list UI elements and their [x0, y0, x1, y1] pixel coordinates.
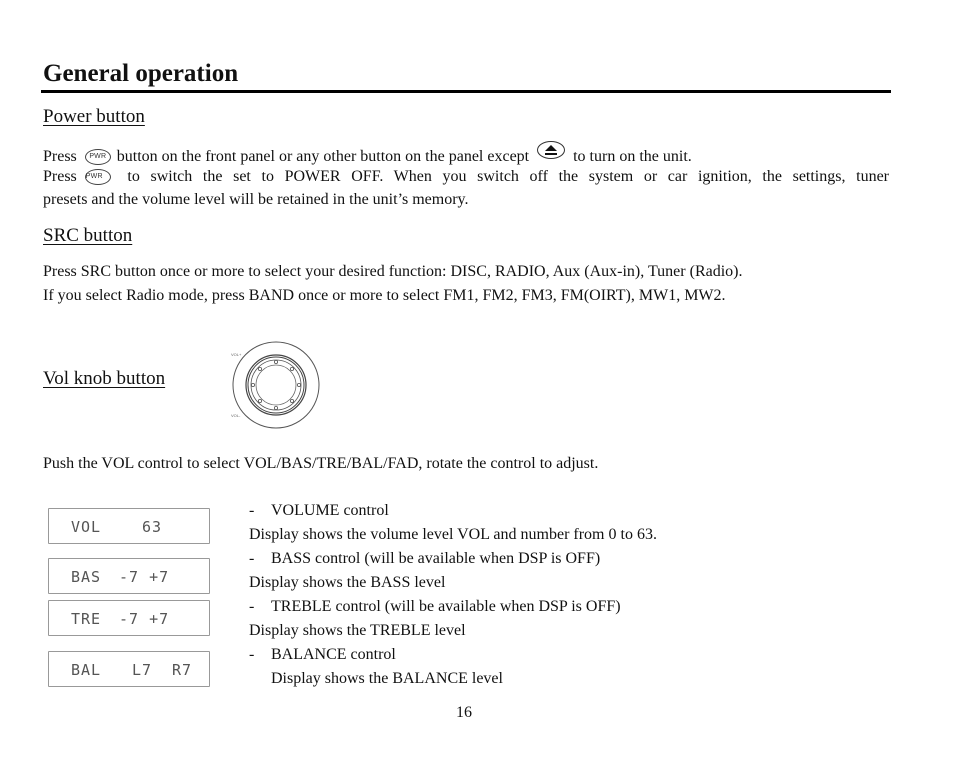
power-button-heading: Power button [43, 106, 145, 127]
power-line-3: presets and the volume level will be ret… [43, 191, 469, 208]
text-power-off: to switch the set to POWER OFF. When you… [127, 167, 889, 185]
desc-bass-control: - BASS control (will be available when DS… [249, 547, 657, 571]
dash-bullet: - [249, 598, 255, 615]
vol-knob-diagram: VOL+ VOL- [228, 340, 322, 430]
src-button-paragraph: Press SRC button once or more to select … [43, 260, 742, 307]
lcd-value-left: L7 [132, 661, 153, 679]
desc-text: BALANCE control [271, 646, 396, 663]
desc-volume-display: Display shows the volume level VOL and n… [249, 526, 657, 543]
lcd-label: VOL [71, 518, 102, 536]
desc-treble-display: Display shows the TREBLE level [249, 622, 466, 639]
src-line-1: Press SRC button once or more to select … [43, 263, 743, 280]
lcd-value: -7 +7 [119, 568, 170, 586]
desc-balance-display: Display shows the BALANCE level [271, 670, 503, 687]
vol-intro-paragraph: Push the VOL control to select VOL/BAS/T… [43, 452, 598, 476]
lcd-label: TRE [71, 610, 102, 628]
power-line-2: Press PWR to switch the set to POWER OFF.… [43, 165, 889, 189]
lcd-value: -7 +7 [119, 610, 170, 628]
power-button-paragraph: Press PWR button on the front panel or any… [43, 141, 889, 212]
lcd-display-vol: VOL 63 [48, 508, 210, 544]
desc-volume-control: - VOLUME control [249, 499, 657, 523]
lcd-label: BAS [71, 568, 102, 586]
desc-text: VOLUME control [271, 502, 389, 519]
desc-bass-display: Display shows the BASS level [249, 574, 446, 591]
page-number: 16 [456, 704, 472, 721]
lcd-display-bas: BAS -7 +7 [48, 558, 210, 594]
control-descriptions: - VOLUME control Display shows the volume… [249, 499, 657, 691]
text-turn-on: to turn on the unit. [573, 148, 692, 165]
desc-text: TREBLE control (will be available when D… [271, 598, 621, 615]
lcd-value: 63 [142, 518, 163, 536]
desc-balance-control: - BALANCE control [249, 643, 657, 667]
text-front-panel: button on the front panel or any other b… [116, 148, 530, 165]
vol-intro-text: Push the VOL control to select VOL/BAS/T… [43, 455, 599, 472]
knob-label-vol-up: VOL+ [231, 352, 242, 357]
title-underline-rule [41, 90, 891, 93]
pwr-button-icon: PWR [84, 149, 111, 165]
text-press: Press [43, 148, 77, 165]
dash-bullet: - [249, 646, 255, 663]
pwr-button-icon: PWR [84, 168, 111, 185]
src-line-2: If you select Radio mode, press BAND onc… [43, 286, 726, 304]
lcd-display-tre: TRE -7 +7 [48, 600, 210, 636]
eject-icon [537, 141, 566, 159]
power-line-1: Press PWR button on the front panel or any… [43, 141, 889, 165]
lcd-value-right: R7 [172, 661, 193, 679]
lcd-display-bal: BAL L7 R7 [48, 651, 210, 687]
text-press: Press [43, 167, 77, 185]
vol-knob-icon: VOL+ VOL- [231, 341, 320, 429]
dash-bullet: - [249, 502, 255, 519]
desc-text: BASS control (will be available when DSP… [271, 550, 601, 567]
lcd-label: BAL [71, 661, 102, 679]
src-button-heading: SRC button [43, 225, 133, 246]
dash-bullet: - [249, 550, 255, 567]
vol-knob-heading: Vol knob button [43, 368, 166, 389]
page-title: General operation [43, 60, 239, 87]
desc-treble-control: - TREBLE control (will be available when … [249, 595, 657, 619]
knob-label-vol-down: VOL- [231, 413, 241, 418]
